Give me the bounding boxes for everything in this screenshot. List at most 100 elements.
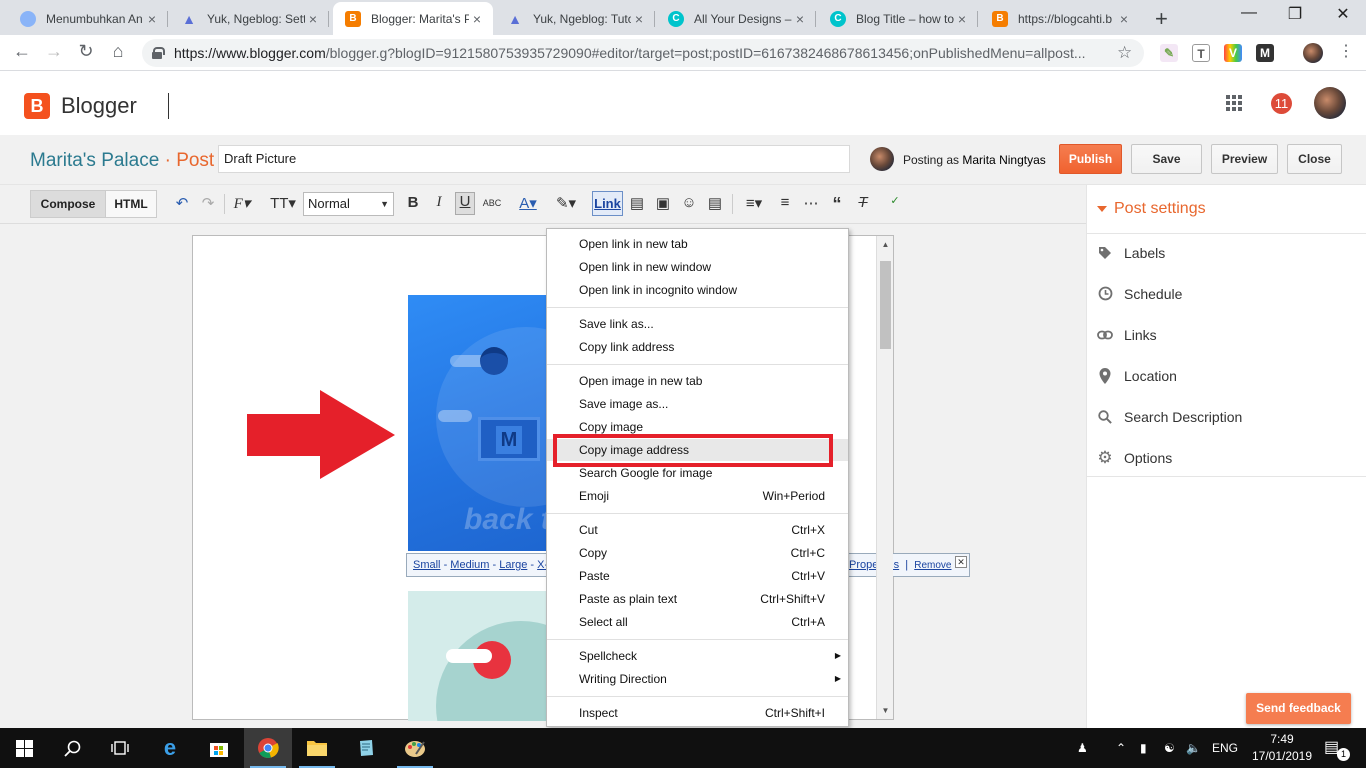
- highlight-color-icon[interactable]: ✎▾: [551, 194, 581, 212]
- menu-item-open-link-new-tab[interactable]: Open link in new tab: [547, 233, 848, 255]
- redo-icon[interactable]: ↷: [198, 194, 218, 212]
- profile-avatar[interactable]: [1303, 43, 1323, 63]
- blog-image-teal[interactable]: [408, 591, 550, 721]
- menu-item-copy[interactable]: Copy Ctrl+C: [547, 542, 848, 564]
- menu-item-open-link-incognito[interactable]: Open link in incognito window: [547, 279, 848, 301]
- close-icon[interactable]: ×: [305, 11, 321, 27]
- window-close-icon[interactable]: ✕: [1320, 4, 1366, 24]
- close-icon[interactable]: ×: [144, 11, 160, 27]
- scroll-down-icon[interactable]: ▼: [877, 706, 894, 715]
- close-icon[interactable]: ✕: [955, 556, 967, 568]
- restore-icon[interactable]: ❐: [1272, 4, 1318, 24]
- wifi-icon[interactable]: ☯: [1164, 728, 1175, 768]
- emoji-icon[interactable]: ☺: [679, 194, 699, 211]
- browser-tab[interactable]: B https://blogcahti.b ×: [980, 2, 1140, 35]
- menu-kebab-icon[interactable]: ⋮: [1334, 41, 1358, 61]
- italic-icon[interactable]: I: [429, 194, 449, 211]
- jump-break-icon[interactable]: ▤: [705, 194, 725, 212]
- forward-icon[interactable]: →: [42, 41, 66, 62]
- blogger-logo-icon[interactable]: B: [24, 93, 50, 119]
- link-button[interactable]: Link: [592, 191, 623, 216]
- strikethrough-icon[interactable]: ABC: [482, 198, 502, 208]
- browser-tab[interactable]: C Blog Title – how to ×: [818, 2, 978, 35]
- minimize-icon[interactable]: —: [1226, 4, 1272, 22]
- browser-tab[interactable]: Menumbuhkan An ×: [8, 2, 168, 35]
- size-small-link[interactable]: Small: [413, 559, 441, 571]
- bullet-list-icon[interactable]: ⋯: [801, 194, 821, 212]
- account-avatar[interactable]: [1314, 87, 1346, 119]
- windows-start-icon[interactable]: [0, 728, 48, 768]
- language-indicator[interactable]: ENG: [1212, 728, 1238, 768]
- close-icon[interactable]: ×: [1116, 11, 1132, 27]
- chrome-browser-icon[interactable]: [244, 728, 292, 768]
- paint-icon[interactable]: [391, 728, 439, 768]
- bold-icon[interactable]: B: [403, 194, 423, 211]
- publish-button[interactable]: Publish: [1059, 144, 1122, 174]
- sidebar-item-labels[interactable]: Labels: [1097, 232, 1357, 273]
- sidebar-item-options[interactable]: ⚙ Options: [1097, 437, 1357, 478]
- menu-item-copy-link-address[interactable]: Copy link address: [547, 336, 848, 358]
- menu-item-save-link-as[interactable]: Save link as...: [547, 313, 848, 335]
- underline-icon[interactable]: U: [455, 192, 475, 215]
- size-medium-link[interactable]: Medium: [450, 559, 489, 571]
- system-clock[interactable]: 7:49 17/01/2019: [1250, 731, 1314, 765]
- apps-grid-icon[interactable]: [1226, 95, 1242, 111]
- volume-icon[interactable]: 🔈: [1186, 728, 1201, 768]
- remove-link[interactable]: Remove: [914, 560, 951, 571]
- menu-item-paste[interactable]: Paste Ctrl+V: [547, 565, 848, 587]
- notepad-icon[interactable]: [342, 728, 390, 768]
- menu-item-emoji[interactable]: Emoji Win+Period: [547, 485, 848, 507]
- menu-item-cut[interactable]: Cut Ctrl+X: [547, 519, 848, 541]
- undo-icon[interactable]: ↶: [172, 194, 192, 212]
- store-icon[interactable]: [195, 728, 243, 768]
- sidebar-item-schedule[interactable]: Schedule: [1097, 273, 1357, 314]
- edge-browser-icon[interactable]: e: [146, 728, 194, 768]
- blog-title[interactable]: Marita's Palace · Post: [30, 150, 214, 172]
- notification-badge[interactable]: 11: [1271, 93, 1292, 114]
- preview-button[interactable]: Preview: [1211, 144, 1278, 174]
- compose-mode-button[interactable]: Compose: [30, 190, 106, 218]
- remove-formatting-icon[interactable]: T: [853, 194, 873, 211]
- menu-item-open-image-new-tab[interactable]: Open image in new tab: [547, 370, 848, 392]
- home-icon[interactable]: ⌂: [106, 41, 130, 62]
- close-button[interactable]: Close: [1287, 144, 1342, 174]
- text-color-icon[interactable]: A▾: [513, 194, 543, 212]
- menu-item-select-all[interactable]: Select all Ctrl+A: [547, 611, 848, 633]
- send-feedback-button[interactable]: Send feedback: [1246, 693, 1351, 724]
- post-settings-heading[interactable]: Post settings: [1097, 200, 1206, 218]
- save-button[interactable]: Save: [1131, 144, 1202, 174]
- action-center-icon[interactable]: ▤: [1324, 728, 1339, 768]
- file-explorer-icon[interactable]: [293, 728, 341, 768]
- font-family-icon[interactable]: F▾: [232, 194, 252, 213]
- close-icon[interactable]: ×: [792, 11, 808, 27]
- menu-item-open-link-new-window[interactable]: Open link in new window: [547, 256, 848, 278]
- insert-image-icon[interactable]: ▤: [627, 194, 647, 212]
- menu-item-writing-direction[interactable]: Writing Direction ▶: [547, 668, 848, 690]
- font-size-icon[interactable]: TT▾: [268, 194, 298, 212]
- mendeley-extension-icon[interactable]: M: [1256, 44, 1274, 62]
- menu-item-paste-plain-text[interactable]: Paste as plain text Ctrl+Shift+V: [547, 588, 848, 610]
- sidebar-item-search-description[interactable]: Search Description: [1097, 396, 1357, 437]
- editor-scrollbar[interactable]: ▲ ▼: [876, 236, 893, 719]
- new-tab-icon[interactable]: +: [1155, 6, 1168, 32]
- paragraph-style-select[interactable]: Normal ▼: [303, 192, 394, 216]
- back-icon[interactable]: ←: [10, 41, 34, 62]
- menu-item-inspect[interactable]: Inspect Ctrl+Shift+I: [547, 702, 848, 724]
- html-mode-button[interactable]: HTML: [105, 190, 157, 218]
- numbered-list-icon[interactable]: ≡: [775, 194, 795, 211]
- sidebar-item-location[interactable]: Location: [1097, 355, 1357, 396]
- sidebar-item-links[interactable]: Links: [1097, 314, 1357, 355]
- reload-icon[interactable]: ↻: [74, 41, 98, 62]
- close-icon[interactable]: ×: [631, 11, 647, 27]
- scroll-up-icon[interactable]: ▲: [877, 240, 894, 249]
- quote-icon[interactable]: “: [827, 194, 847, 215]
- address-bar[interactable]: https://www.blogger.com/blogger.g?blogID…: [142, 39, 1144, 67]
- eyedropper-extension-icon[interactable]: ✎: [1160, 44, 1178, 62]
- browser-tab[interactable]: ▲ Yuk, Ngeblog: Sett ×: [169, 2, 329, 35]
- spellcheck-icon[interactable]: ✓: [885, 194, 905, 207]
- people-icon[interactable]: ♟: [1077, 728, 1088, 768]
- menu-item-spellcheck[interactable]: Spellcheck ▶: [547, 645, 848, 667]
- scrollbar-thumb[interactable]: [880, 261, 891, 349]
- chevron-up-icon[interactable]: ⌃: [1116, 728, 1126, 768]
- insert-video-icon[interactable]: ▣: [653, 194, 673, 212]
